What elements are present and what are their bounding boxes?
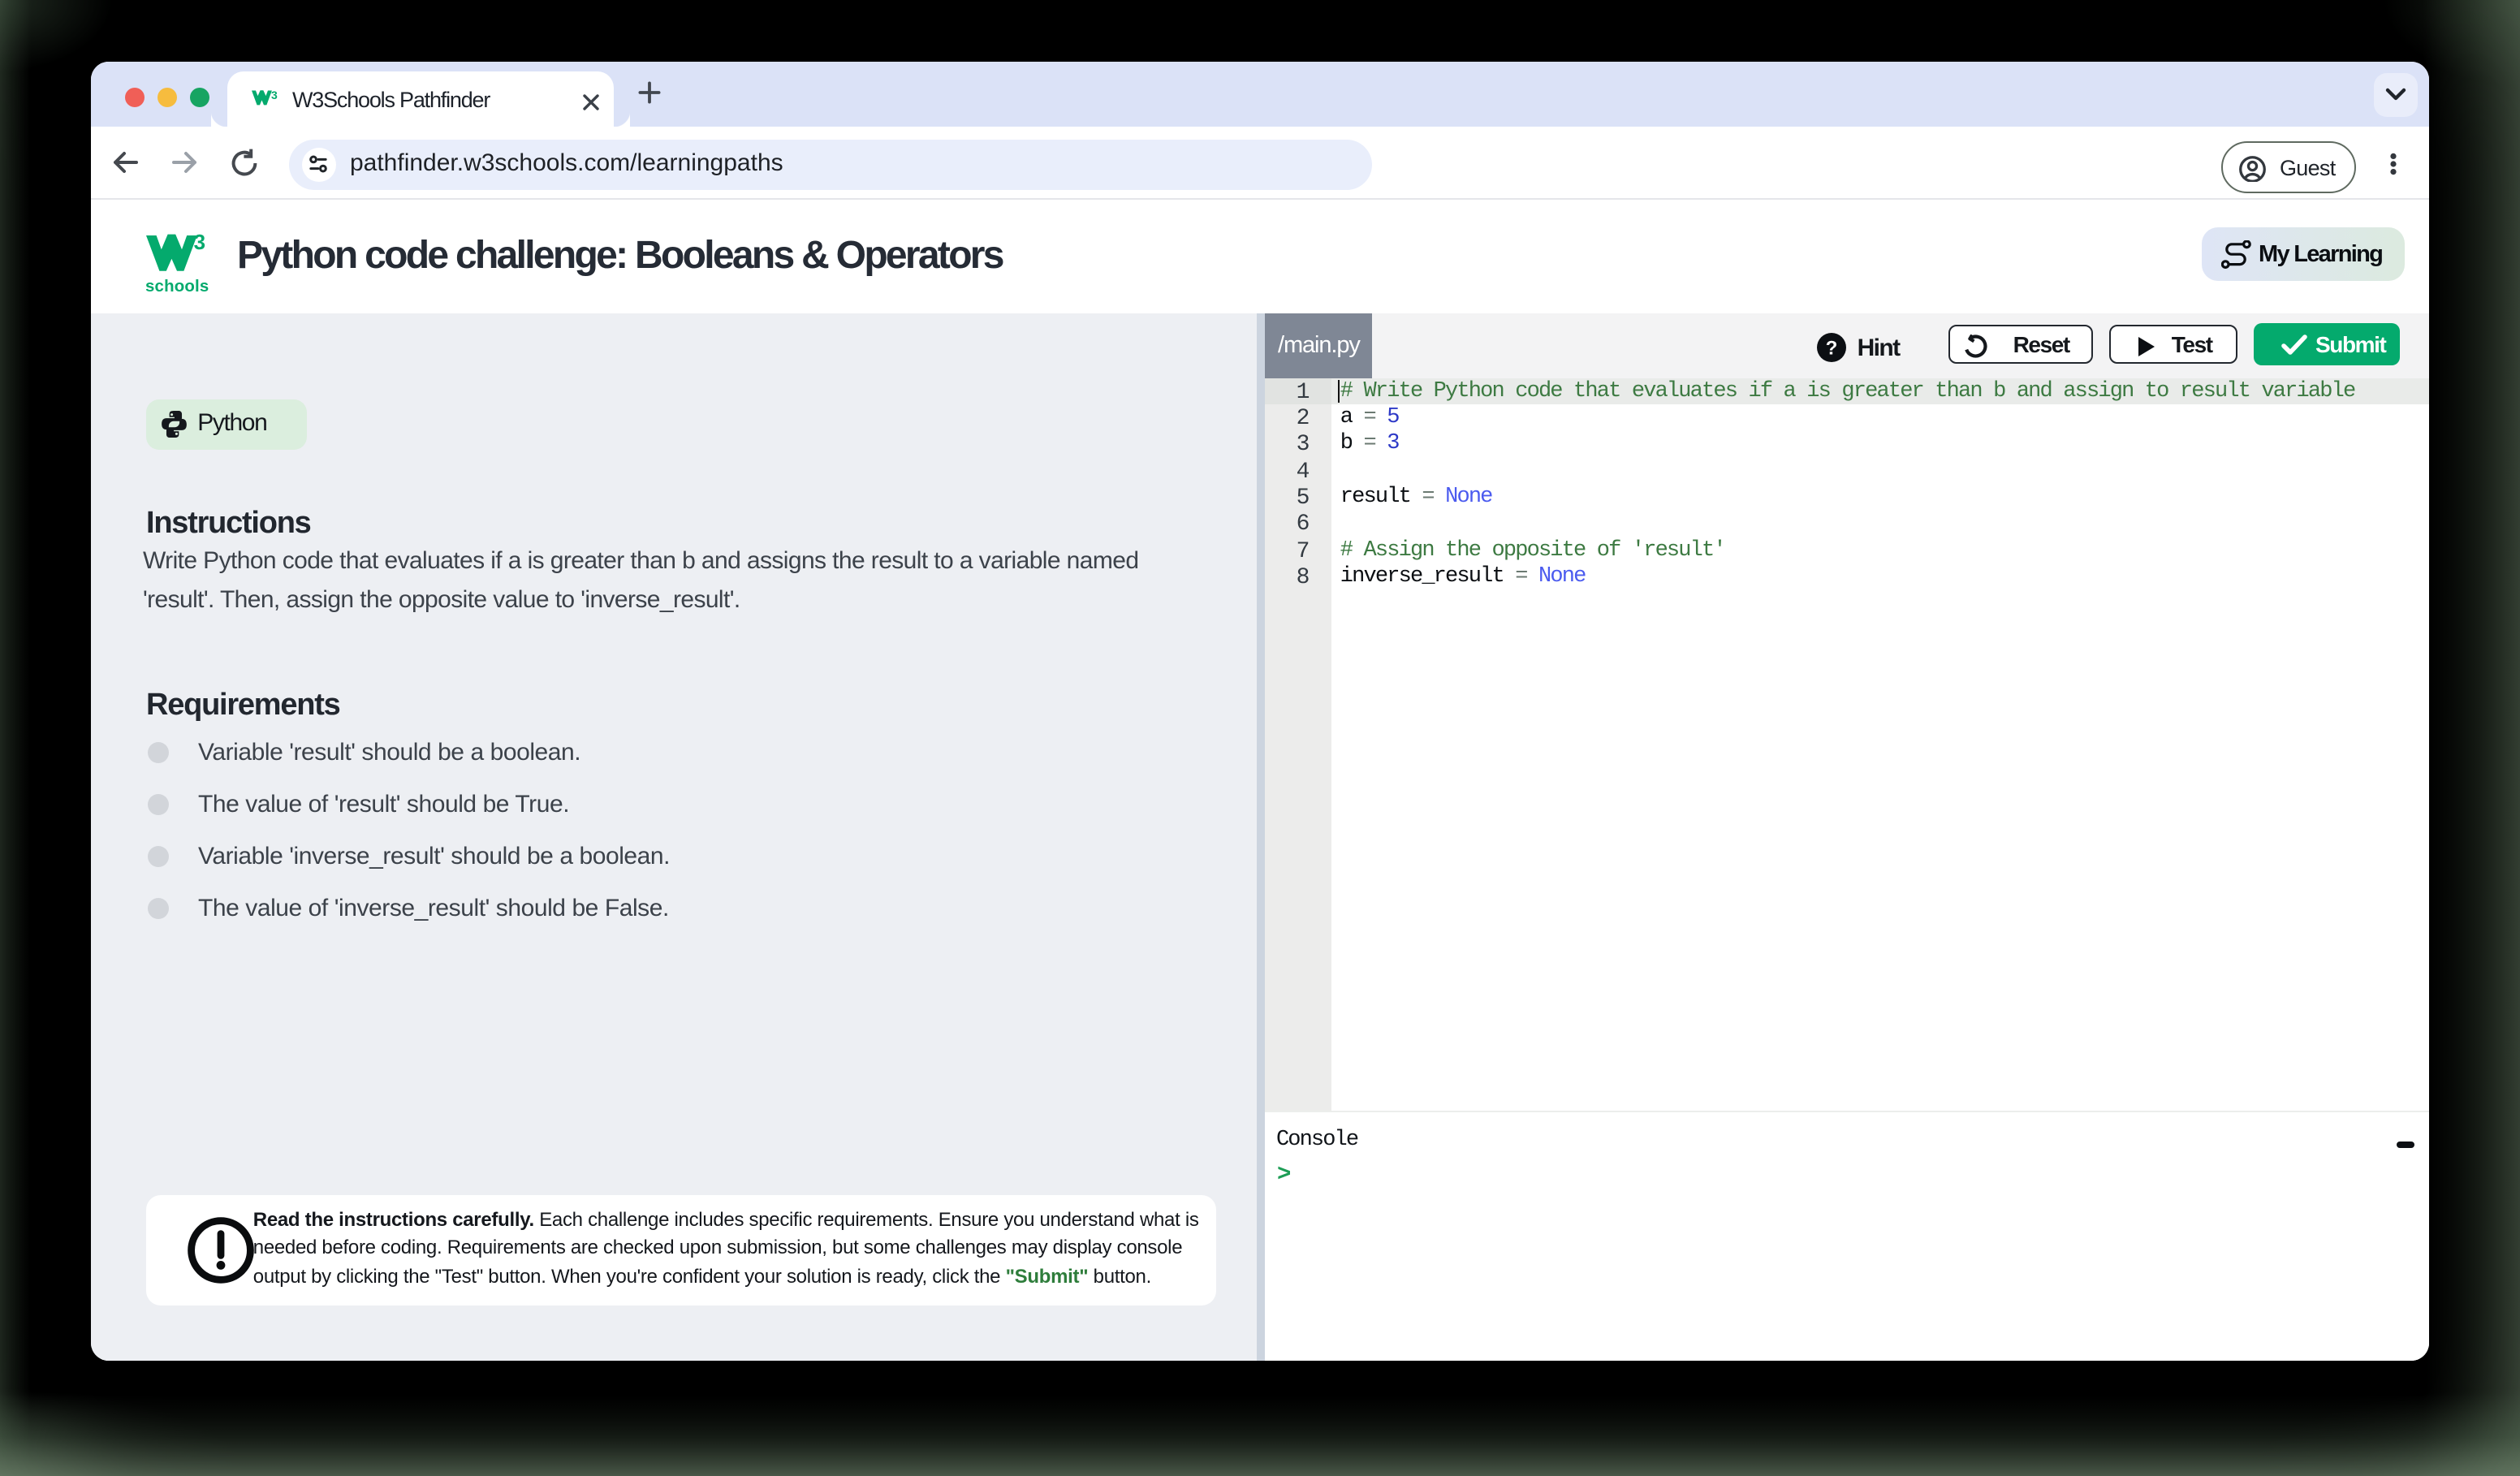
svg-text:schools: schools bbox=[146, 278, 209, 296]
svg-text:3: 3 bbox=[194, 231, 205, 254]
svg-text:3: 3 bbox=[271, 89, 278, 101]
svg-text:?: ? bbox=[1825, 337, 1837, 359]
